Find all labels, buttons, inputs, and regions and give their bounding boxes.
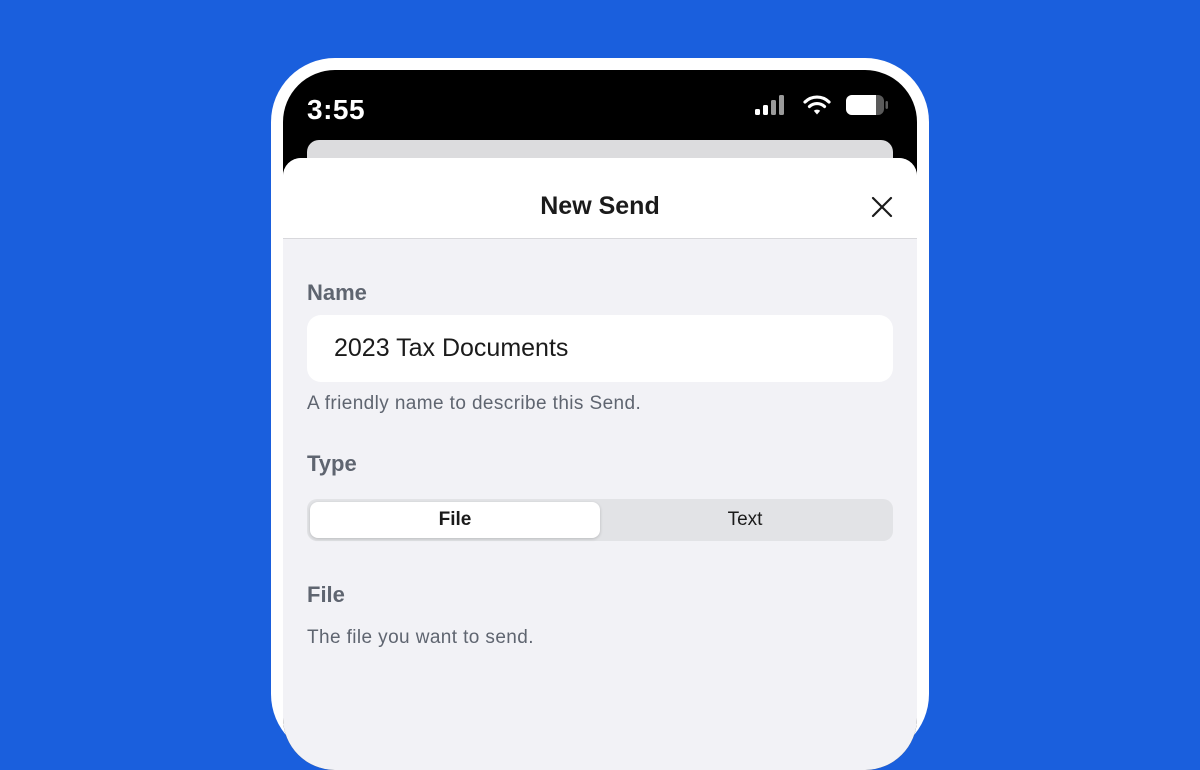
type-option-file[interactable]: File [310, 502, 600, 538]
phone-screen: 3:55 New Send Name 2023 Tax Documents A … [283, 70, 917, 770]
sheet-header: New Send [283, 158, 917, 239]
battery-icon [846, 95, 888, 115]
file-label: File [307, 582, 345, 607]
sheet-title: New Send [540, 192, 660, 220]
new-send-sheet: New Send Name A friendly name to describ… [283, 158, 917, 770]
type-option-text[interactable]: Text [600, 502, 890, 538]
close-icon[interactable] [871, 196, 893, 218]
type-label: Type [307, 451, 357, 476]
status-time: 3:55 [307, 94, 366, 125]
name-input[interactable] [307, 315, 893, 382]
status-icons [755, 94, 889, 116]
name-label: Name [307, 280, 367, 305]
type-segmented-control: File Text [307, 499, 893, 541]
file-helper-text: The file you want to send. [307, 627, 534, 648]
wifi-icon [803, 95, 831, 115]
name-helper-text: A friendly name to describe this Send. [307, 393, 642, 414]
cellular-signal-icon [755, 95, 784, 115]
